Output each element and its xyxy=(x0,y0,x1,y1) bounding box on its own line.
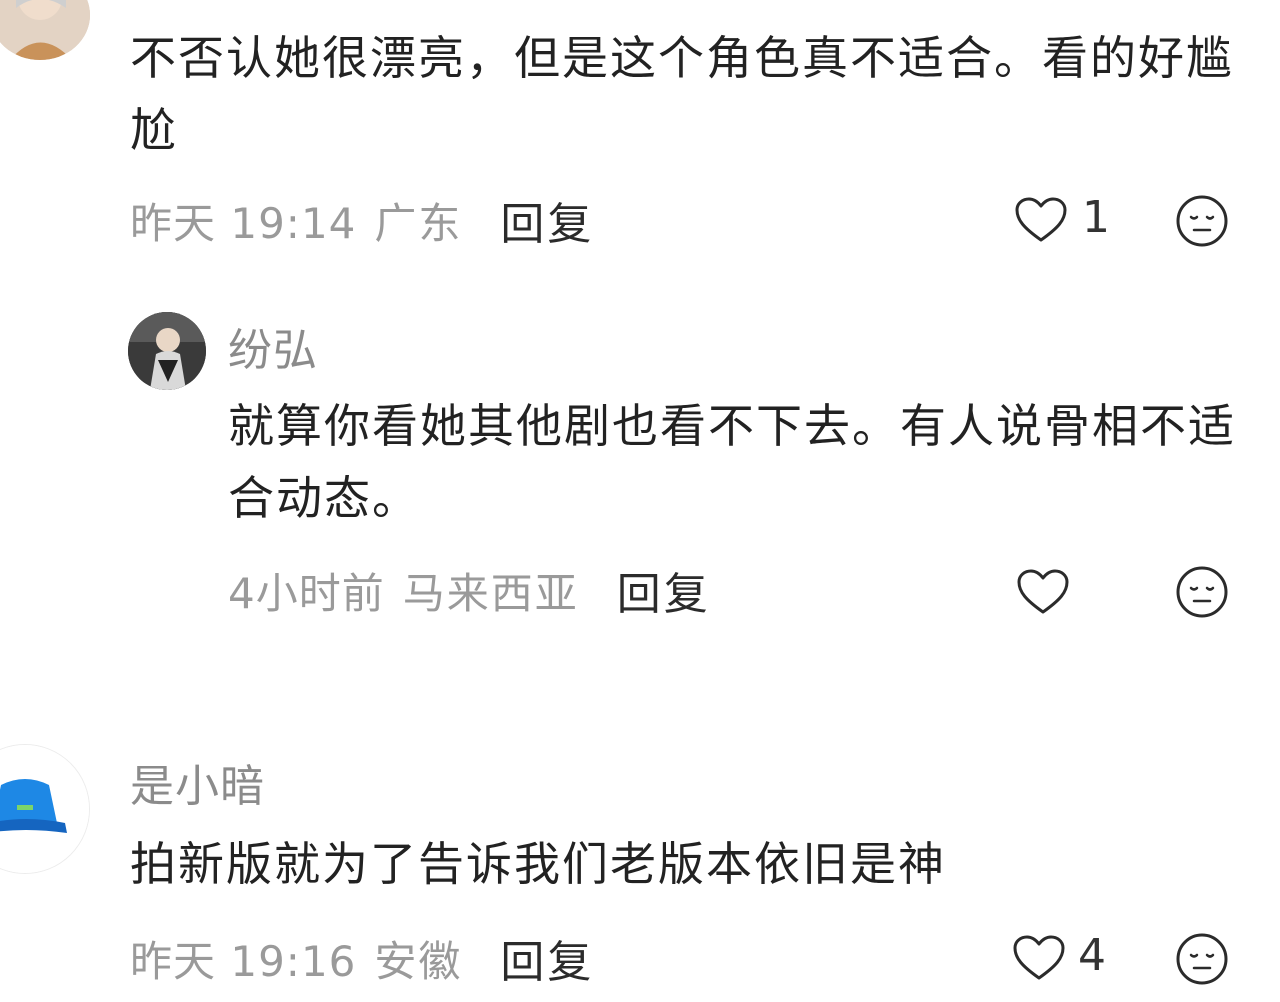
comment-text: 就算你看她其他剧也看不下去。有人说骨相不适合动态。 xyxy=(228,399,1236,525)
comment-meta: 昨天 19:16 安徽 回复 xyxy=(130,926,594,990)
comment-item-3: 是小暗 拍新版就为了告诉我们老版本依旧是神 昨天 19:16 安徽 回复 4 xyxy=(0,740,1280,1002)
avatar[interactable] xyxy=(0,0,90,60)
reply-button[interactable]: 回复 xyxy=(500,188,594,252)
comment-item-2: 纷弘 就算你看她其他剧也看不下去。有人说骨相不适合动态。 4小时前 马来西亚 回… xyxy=(0,300,1280,640)
location-label: 安徽 xyxy=(374,936,463,986)
avatar[interactable] xyxy=(128,312,206,390)
username[interactable]: 纷弘 xyxy=(228,314,318,378)
comment-feed: 不否认她很漂亮，但是这个角色真不适合。看的好尴尬 昨天 19:14 广东 回复 … xyxy=(0,0,1280,1002)
like-count: 4 xyxy=(1078,930,1106,981)
like-count: 1 xyxy=(1082,192,1110,243)
location-label: 广东 xyxy=(374,198,463,248)
comment-meta: 昨天 19:14 广东 回复 xyxy=(130,188,594,252)
comment-item-1: 不否认她很漂亮，但是这个角色真不适合。看的好尴尬 昨天 19:14 广东 回复 … xyxy=(0,0,1280,270)
location-label: 马来西亚 xyxy=(402,568,579,618)
reply-button[interactable]: 回复 xyxy=(617,558,711,622)
comment-text: 拍新版就为了告诉我们老版本依旧是神 xyxy=(130,837,946,891)
timestamp: 昨天 19:14 xyxy=(130,198,357,248)
timestamp: 4小时前 xyxy=(228,568,385,618)
heart-outline-icon[interactable] xyxy=(1016,568,1070,616)
heart-outline-icon[interactable] xyxy=(1012,934,1066,982)
neutral-face-icon[interactable] xyxy=(1175,932,1229,986)
neutral-face-icon[interactable] xyxy=(1175,565,1229,619)
timestamp: 昨天 19:16 xyxy=(130,936,357,986)
comment-text: 不否认她很漂亮，但是这个角色真不适合。看的好尴尬 xyxy=(130,31,1234,157)
username[interactable]: 是小暗 xyxy=(130,750,265,814)
reply-button[interactable]: 回复 xyxy=(500,926,594,990)
comment-meta: 4小时前 马来西亚 回复 xyxy=(228,558,711,622)
neutral-face-icon[interactable] xyxy=(1175,194,1229,248)
avatar[interactable] xyxy=(0,744,90,874)
heart-outline-icon[interactable] xyxy=(1014,196,1068,244)
